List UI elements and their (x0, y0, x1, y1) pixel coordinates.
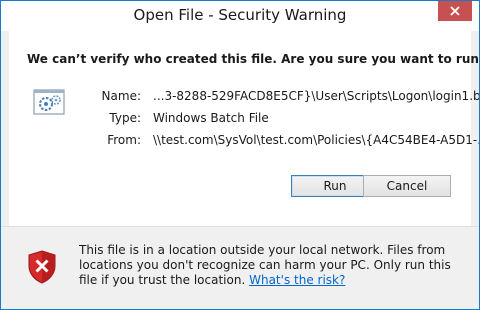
from-label: From: (107, 133, 141, 147)
name-value: ...3-8288-529FACD8E5CF}\User\Scripts\Log… (153, 89, 480, 103)
warning-message: This file is in a location outside your … (79, 243, 469, 288)
whats-the-risk-link[interactable]: What's the risk? (249, 273, 345, 287)
from-value: \\test.com\SysVol\test.com\Policies\{A4C… (153, 133, 480, 147)
close-button[interactable] (438, 1, 472, 21)
dialog-content: We can’t verify who created this file. A… (9, 31, 479, 226)
type-value: Windows Batch File (153, 111, 269, 125)
security-warning-dialog: Open File - Security Warning We can’t ve… (0, 0, 480, 310)
close-icon (450, 6, 460, 16)
window-title: Open File - Security Warning (133, 6, 347, 24)
shield-error-icon (28, 250, 56, 284)
footer-divider (1, 226, 479, 227)
warning-question: We can’t verify who created this file. A… (27, 52, 479, 66)
title-bar: Open File - Security Warning (1, 1, 479, 31)
cancel-button[interactable]: Cancel (363, 175, 451, 197)
type-label: Type: (109, 111, 141, 125)
name-label: Name: (101, 89, 141, 103)
